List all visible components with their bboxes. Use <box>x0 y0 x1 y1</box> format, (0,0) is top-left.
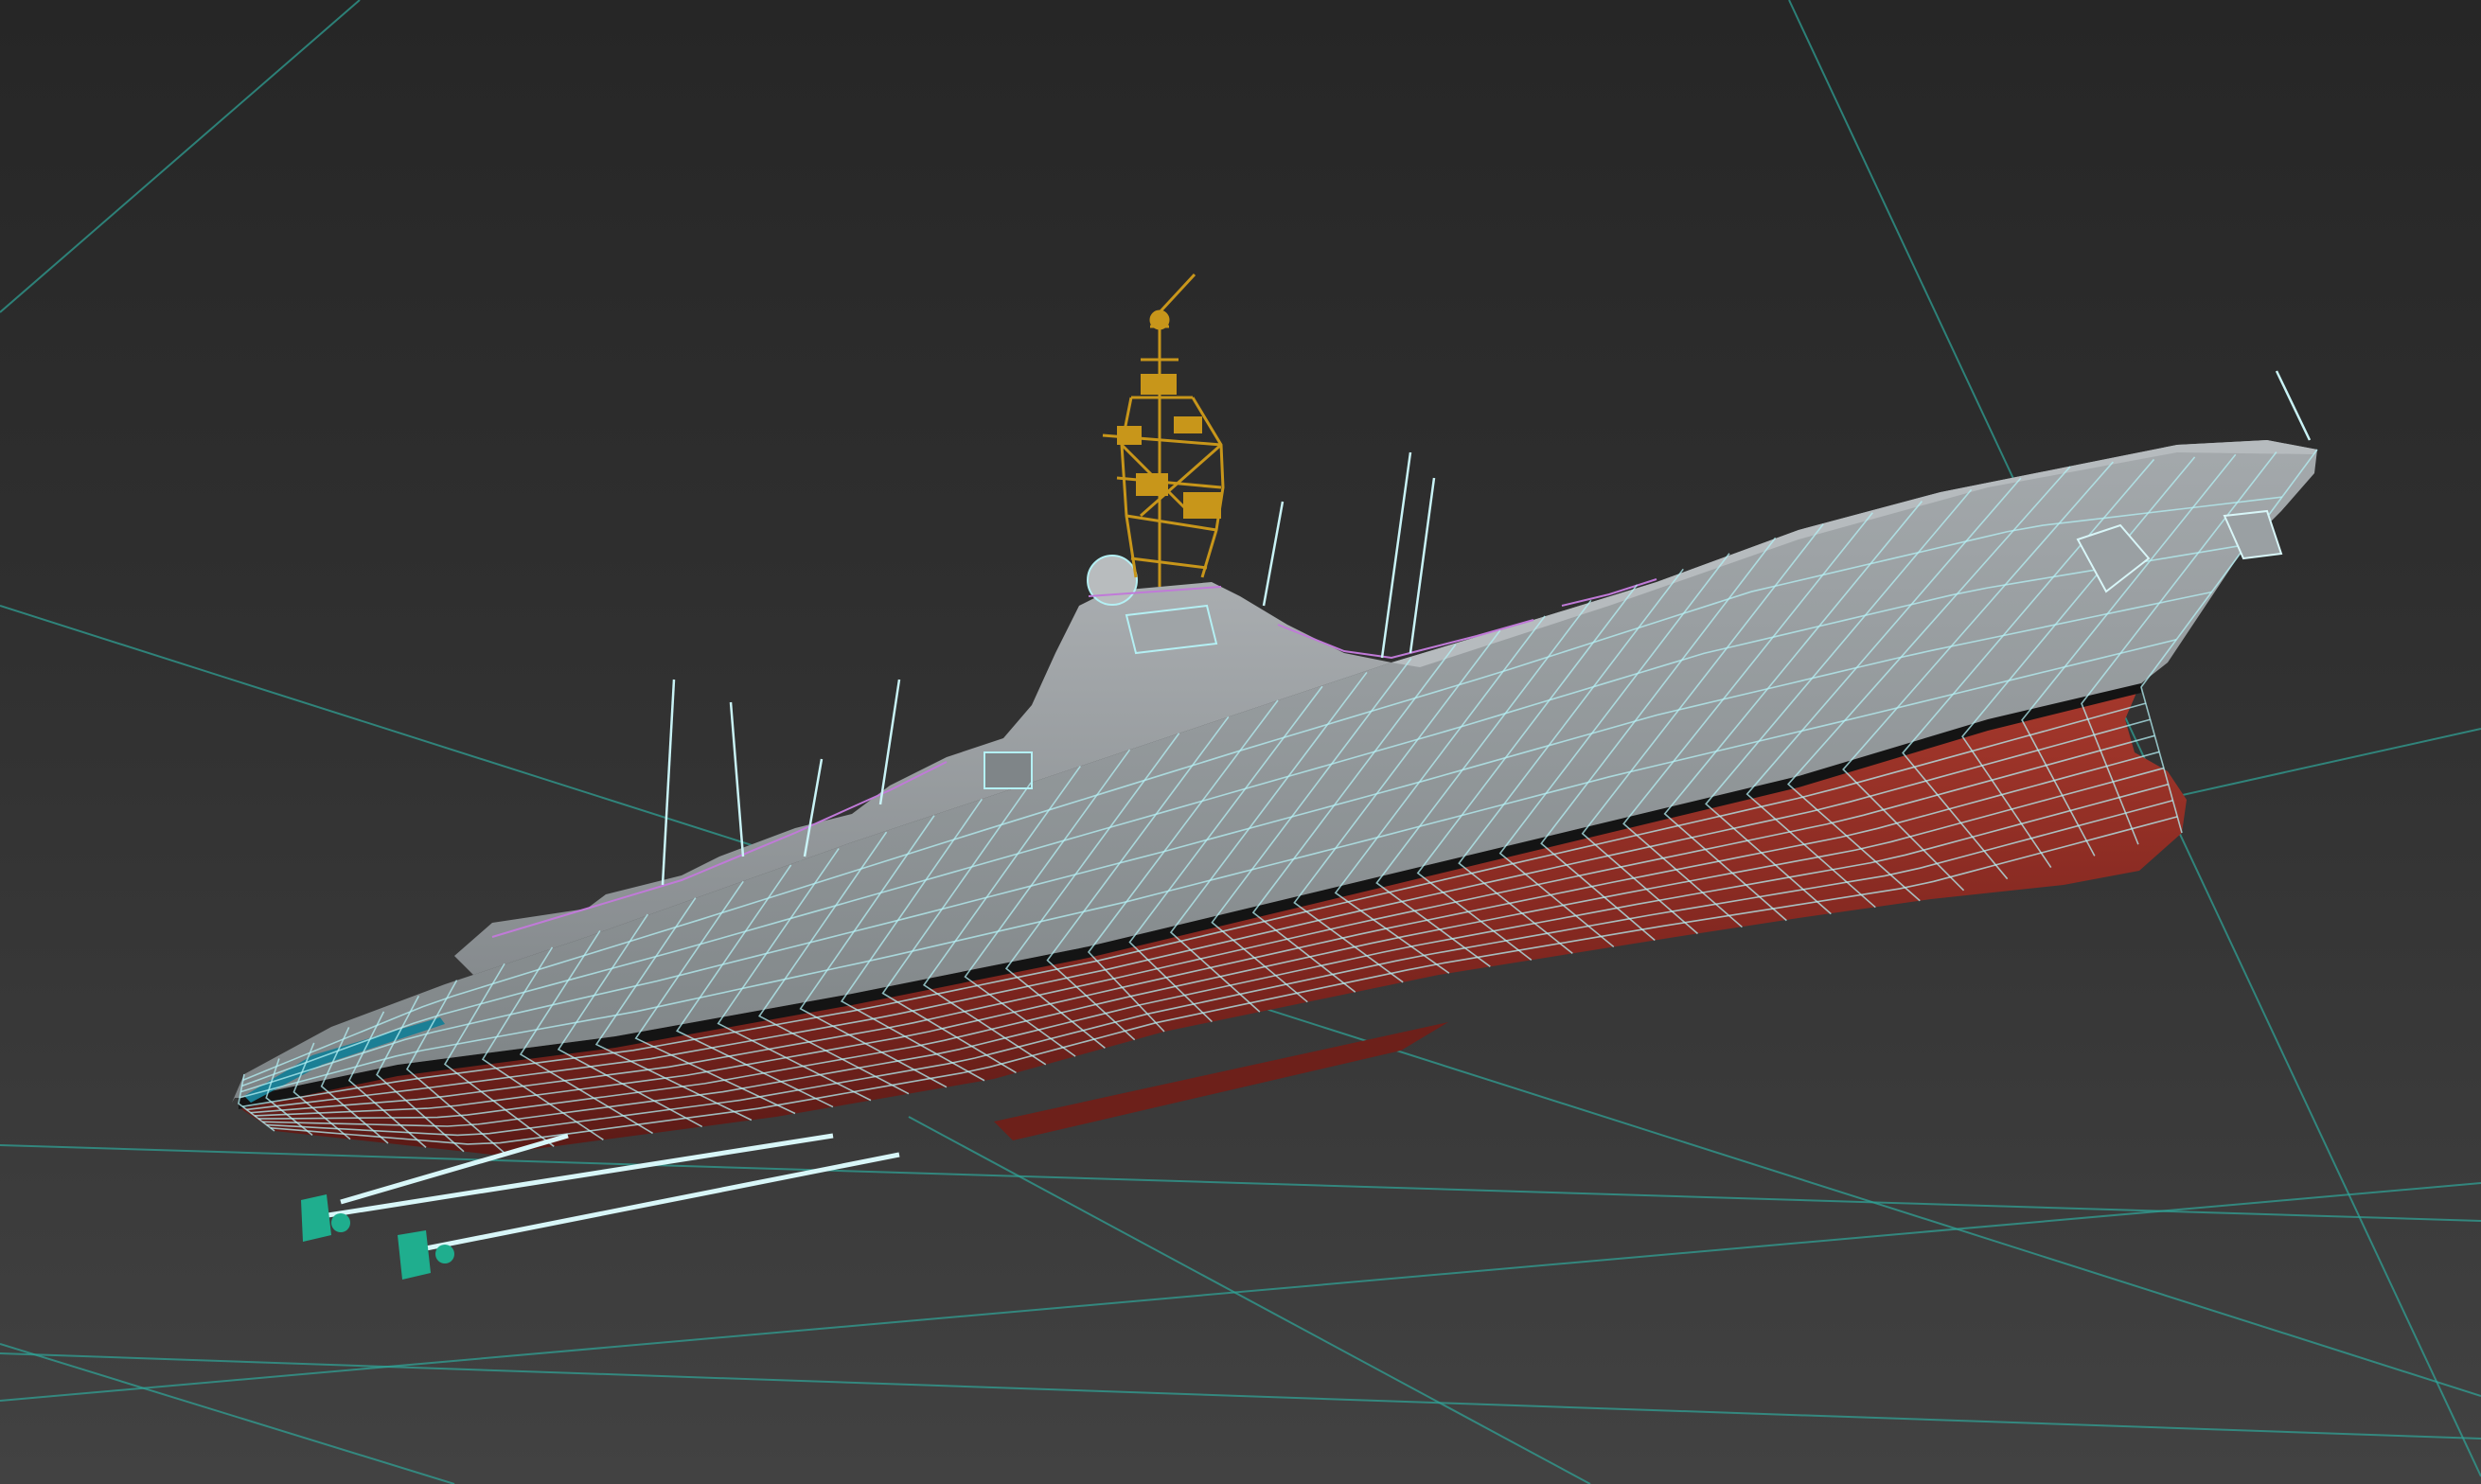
mast-details <box>1117 374 1221 519</box>
propeller-shafts <box>321 1133 900 1252</box>
radar-dome <box>1087 555 1138 606</box>
bridge-windows <box>984 751 1033 789</box>
ship-model[interactable] <box>232 273 2318 1280</box>
perspective-scene[interactable] <box>0 0 2481 1484</box>
3d-viewport[interactable] <box>0 0 2481 1484</box>
bridge-window-block <box>1125 604 1218 655</box>
